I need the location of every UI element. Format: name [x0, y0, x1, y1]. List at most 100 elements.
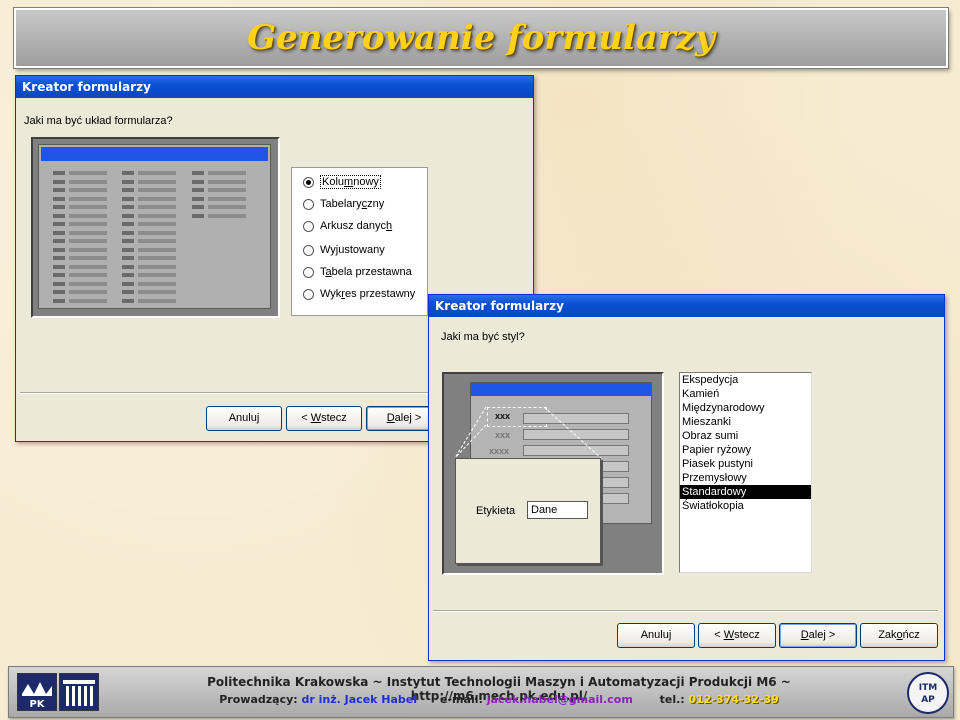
preview-field-bar [138, 179, 176, 184]
style-list-item[interactable]: Kamień [680, 387, 811, 401]
preview-field-bar [138, 256, 176, 260]
preview-label-bar [122, 230, 134, 235]
style-list-item[interactable]: Przemysłowy [680, 471, 811, 485]
slide-footer: PK Politechnika Krakowska ~ Instytut Tec… [8, 666, 954, 718]
preview-field-bar [69, 230, 107, 235]
style-list-item[interactable]: Światłokopia [680, 499, 811, 513]
style-list-item[interactable]: Ekspedycja [680, 373, 811, 387]
preview-label-bar [122, 171, 134, 175]
preview-label-bar [53, 196, 65, 201]
preview-field-bar [138, 196, 176, 201]
finish-button[interactable]: Zakończ [860, 623, 938, 648]
preview-field-bar [69, 205, 107, 209]
layout-options-group: Kolumnowy Tabelaryczny Arkusz danych Wyj… [291, 167, 428, 316]
radio-checked-icon[interactable] [303, 176, 314, 188]
style-listbox[interactable]: Ekspedycja Kamień Międzynarodowy Mieszanki O… [679, 372, 812, 573]
zoom-label: Etykieta [476, 505, 516, 517]
preview-label-bar [192, 188, 204, 192]
dialog-separator [433, 610, 938, 612]
radio-icon[interactable] [303, 288, 314, 300]
option-wykres-przestawny[interactable]: Wykres przestawny [303, 288, 415, 300]
preview-header-bar [41, 147, 268, 161]
preview-label-bar [122, 247, 134, 252]
preview-field-bar [69, 222, 107, 226]
preview-field-bar [208, 179, 246, 184]
style-list-item[interactable]: Obraz sumi [680, 429, 811, 443]
preview-field-bar [138, 213, 176, 218]
option-tabelaryczny[interactable]: Tabelaryczny [303, 198, 384, 210]
style-list-item[interactable]: Piasek pustyni [680, 457, 811, 471]
back-button[interactable]: < Wstecz [286, 406, 362, 431]
option-arkusz-danych[interactable]: Arkusz danych [303, 220, 392, 232]
svg-text:AP: AP [921, 695, 935, 705]
dialog-titlebar[interactable]: Kreator formularzy [16, 76, 533, 98]
preview-label-bar [53, 256, 65, 260]
radio-icon[interactable] [303, 244, 314, 256]
radio-icon[interactable] [303, 198, 314, 210]
preview-field-bar [138, 205, 176, 209]
preview-field-bar [69, 196, 107, 201]
radio-icon[interactable] [303, 220, 314, 232]
preview-field-bar [138, 290, 176, 294]
style-list-item[interactable]: Międzynarodowy [680, 401, 811, 415]
preview-label-bar [53, 290, 65, 294]
preview-field-bar [208, 188, 246, 192]
radio-icon[interactable] [303, 266, 314, 278]
preview-field-bar [138, 247, 176, 252]
preview-label-bar [53, 273, 65, 277]
preview-field-bar [69, 273, 107, 277]
preview-field-bar [69, 256, 107, 260]
itmap-logo: ITM AP [907, 672, 949, 714]
style-preview: xxx xxx xxxx Etykieta Dane [442, 372, 664, 575]
preview-label-bar [192, 179, 204, 184]
preview-label-bar [192, 213, 204, 218]
svg-text:ITM: ITM [919, 683, 937, 693]
preview-label-bar [53, 239, 65, 243]
cancel-button[interactable]: Anuluj [206, 406, 282, 431]
preview-label-bar [53, 230, 65, 235]
slide-title: Generowanie formularzy [247, 18, 715, 58]
preview-field-bar [208, 213, 246, 218]
preview-field-bar [69, 179, 107, 184]
pk-logo: PK [17, 673, 57, 711]
preview-label-bar [122, 188, 134, 192]
preview-field-bar [138, 264, 176, 269]
layout-preview-form [38, 144, 271, 309]
cancel-button[interactable]: Anuluj [617, 623, 695, 648]
option-label: Wykres przestawny [320, 288, 416, 300]
preview-field-bar [69, 281, 107, 286]
preview-label-bar [122, 298, 134, 303]
footer-contact: Prowadzący: dr inż. Jacek Habel e-mail: … [219, 693, 779, 706]
option-label: Tabelaryczny [320, 198, 385, 210]
itmap-logo-icon: ITM AP [919, 683, 937, 705]
preview-field-bar [208, 196, 246, 201]
slide-title-banner: Generowanie formularzy [13, 7, 949, 69]
preview-label-bar [53, 247, 65, 252]
style-list-item[interactable]: Standardowy [680, 485, 811, 499]
option-label: Kolumnowy [320, 175, 381, 189]
preview-field-bar [69, 247, 107, 252]
preview-label-bar [53, 179, 65, 184]
style-list-item[interactable]: Papier ryżowy [680, 443, 811, 457]
back-button[interactable]: < Wstecz [698, 623, 776, 648]
preview-label-bar [53, 222, 65, 226]
dialog-titlebar[interactable]: Kreator formularzy [429, 295, 944, 317]
preview-label-bar [53, 298, 65, 303]
layout-question: Jaki ma być układ formularza? [24, 115, 173, 127]
option-wyjustowany[interactable]: Wyjustowany [303, 244, 385, 256]
preview-label-bar [122, 290, 134, 294]
svg-text:PK: PK [29, 699, 45, 710]
style-list-item[interactable]: Mieszanki [680, 415, 811, 429]
zoom-value-field: Dane [527, 501, 588, 519]
preview-field-bar [138, 222, 176, 226]
option-tabela-przestawna[interactable]: Tabela przestawna [303, 266, 412, 278]
form-wizard-style-dialog: Kreator formularzy Jaki ma być styl? xxx… [428, 294, 945, 661]
preview-label-bar [53, 281, 65, 286]
option-label: Wyjustowany [320, 244, 385, 256]
preview-label-bar [192, 171, 204, 175]
preview-label-bar [53, 205, 65, 209]
next-button[interactable]: Dalej > [779, 623, 857, 648]
lecturer-email[interactable]: jacek.habel@gmail.com [487, 693, 633, 706]
preview-label-bar [122, 281, 134, 286]
option-kolumnowy[interactable]: Kolumnowy [303, 175, 381, 189]
